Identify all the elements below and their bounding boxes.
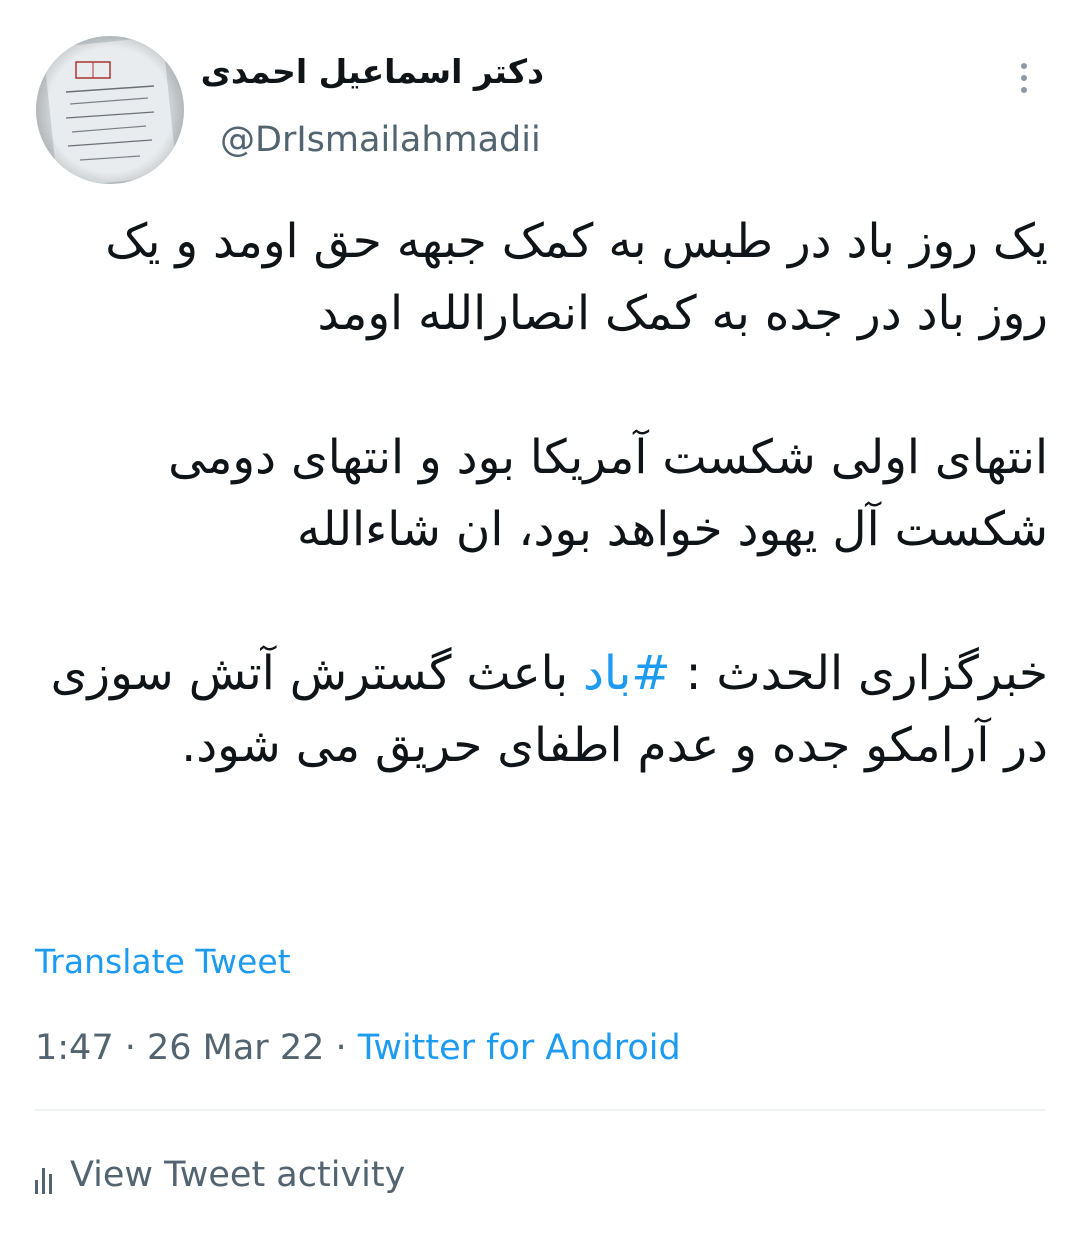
tweet-date[interactable]: 26 Mar 22 [147,1028,324,1068]
tweet-text: یک روز باد در طبس به کمک جبهه حق اومد و … [36,206,1048,782]
translate-tweet-link[interactable]: Translate Tweet [35,942,291,981]
tweet-time[interactable]: 1:47 [35,1028,114,1068]
tweet-paragraph: خبرگزاری الحدث : #باد باعث گسترش آتش سوز… [36,638,1048,782]
more-dot [1021,63,1027,69]
author-display-name[interactable]: دکتر اسماعیل احمدی [201,52,544,91]
tweet-line: یک روز باد در طبس به کمک جبهه حق اومد و … [105,214,1048,341]
author-handle[interactable]: @DrIsmailahmadii [220,120,541,160]
meta-separator: · [113,1028,147,1068]
view-tweet-activity-label: View Tweet activity [70,1155,406,1195]
more-dot [1021,87,1027,93]
bar-chart-bar [49,1174,52,1194]
meta-separator: · [324,1028,358,1068]
divider [34,1109,1046,1111]
tweet-source-link[interactable]: Twitter for Android [358,1028,681,1068]
tweet-metadata: 1:47 · 26 Mar 22 · Twitter for Android [35,1028,681,1068]
view-tweet-activity-button[interactable]: View Tweet activity [35,1150,405,1200]
tweet-paragraph: انتهای اولی شکست آمریکا بود و انتهای دوم… [36,422,1048,566]
tweet-header: دکتر اسماعیل احمدی @DrIsmailahmadii [0,0,1080,200]
more-vertical-icon[interactable] [1004,58,1044,98]
more-dot [1021,75,1027,81]
hashtag-link[interactable]: #باد [583,646,671,701]
avatar[interactable] [36,36,184,184]
bar-chart-bar [35,1180,38,1194]
bar-chart-icon [35,1166,52,1194]
tweet-line-prefix: خبرگزاری الحدث : [670,646,1048,701]
tweet-paragraph: یک روز باد در طبس به کمک جبهه حق اومد و … [36,206,1048,350]
bar-chart-bar [42,1168,45,1194]
tweet-line: انتهای اولی شکست آمریکا بود و انتهای دوم… [168,430,1048,557]
avatar-image [36,36,184,184]
